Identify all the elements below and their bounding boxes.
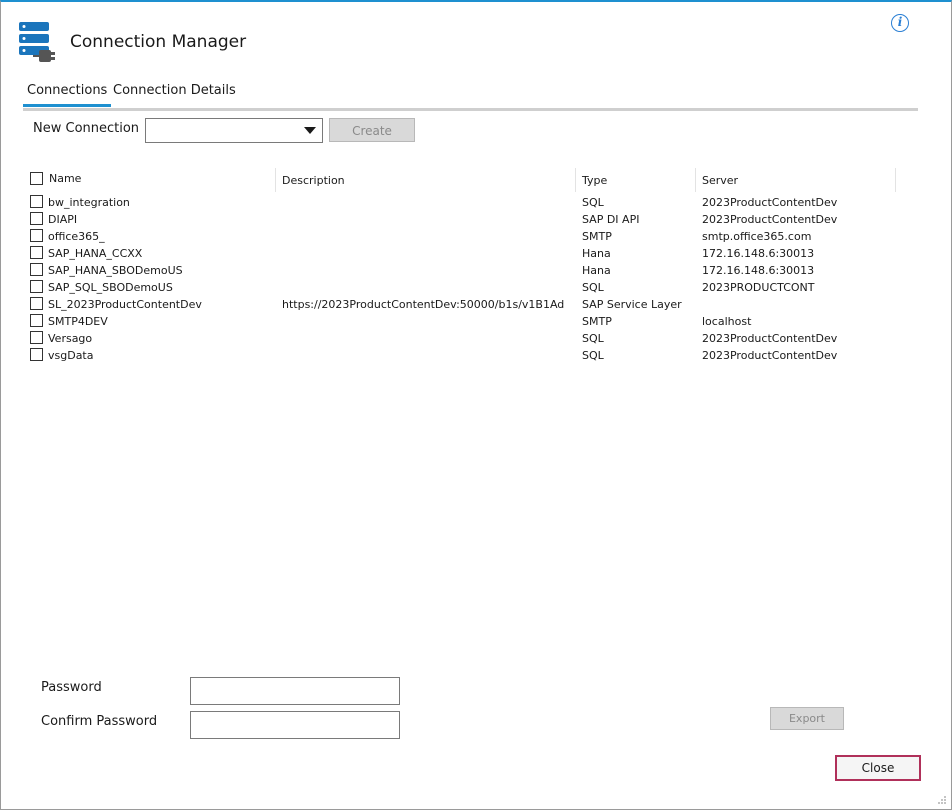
table-row[interactable]: office365_ SMTP smtp.office365.com [29,228,896,245]
table-row[interactable]: SAP_HANA_CCXX Hana 172.16.148.6:30013 [29,245,896,262]
cell-server: 172.16.148.6:30013 [702,247,815,260]
info-icon[interactable]: i [891,14,909,32]
header-description[interactable]: Description [282,174,345,187]
cell-type: SQL [582,281,604,294]
cell-description: https://2023ProductContentDev:50000/b1s/… [282,298,564,311]
cell-name: SAP_SQL_SBODemoUS [48,281,173,294]
cell-name: SL_2023ProductContentDev [48,298,202,311]
header-divider [695,168,696,192]
cell-name: office365_ [48,230,105,243]
tab-bar: Connections Connection Details [23,82,918,111]
cell-name: SAP_HANA_SBODemoUS [48,264,183,277]
row-checkbox[interactable] [30,314,43,327]
cell-server: 2023ProductContentDev [702,213,838,226]
table-row[interactable]: SAP_HANA_SBODemoUS Hana 172.16.148.6:300… [29,262,896,279]
cell-type: SAP Service Layer [582,298,682,311]
cell-name: bw_integration [48,196,130,209]
cell-type: SQL [582,349,604,362]
create-button[interactable]: Create [329,118,415,142]
table-row[interactable]: bw_integration SQL 2023ProductContentDev [29,194,896,211]
cell-type: Hana [582,264,611,277]
row-checkbox[interactable] [30,280,43,293]
new-connection-label: New Connection [33,121,140,136]
header-type[interactable]: Type [582,174,607,187]
cell-name: Versago [48,332,93,345]
cell-server: smtp.office365.com [702,230,812,243]
header-divider [575,168,576,192]
table-row[interactable]: Versago SQL 2023ProductContentDev [29,330,896,347]
grid-header: Name Description Type Server [29,168,896,192]
password-field[interactable] [190,677,400,705]
tab-connection-details[interactable]: Connection Details [113,82,236,104]
cell-server: 172.16.148.6:30013 [702,264,815,277]
cell-server: 2023ProductContentDev [702,196,838,209]
select-all-checkbox[interactable] [30,172,43,185]
table-row[interactable]: DIAPI SAP DI API 2023ProductContentDev [29,211,896,228]
connection-manager-window: Connection Manager i Connections Connect… [0,0,952,810]
row-checkbox[interactable] [30,331,43,344]
header-divider [895,168,896,192]
row-checkbox[interactable] [30,348,43,361]
cell-type: SMTP [582,315,612,328]
cell-type: SQL [582,196,604,209]
cell-name: SAP_HANA_CCXX [48,247,143,260]
table-row[interactable]: SL_2023ProductContentDev https://2023Pro… [29,296,896,313]
app-title: Connection Manager [70,32,247,52]
header-server[interactable]: Server [702,174,738,187]
row-checkbox[interactable] [30,212,43,225]
cell-server: 2023PRODUCTCONT [702,281,815,294]
row-checkbox[interactable] [30,297,43,310]
row-checkbox[interactable] [30,263,43,276]
cell-type: SQL [582,332,604,345]
cell-type: SMTP [582,230,612,243]
cell-type: SAP DI API [582,213,640,226]
cell-server: 2023ProductContentDev [702,349,838,362]
cell-name: vsgData [48,349,94,362]
chevron-down-icon [304,127,316,134]
password-label: Password [41,680,102,695]
row-checkbox[interactable] [30,246,43,259]
cell-server: localhost [702,315,752,328]
table-row[interactable]: vsgData SQL 2023ProductContentDev [29,347,896,364]
export-button[interactable]: Export [770,707,844,730]
resize-grip-icon[interactable] [937,795,947,805]
header-divider [275,168,276,192]
cell-type: Hana [582,247,611,260]
new-connection-dropdown[interactable] [145,118,323,143]
cell-name: DIAPI [48,213,78,226]
confirm-password-field[interactable] [190,711,400,739]
tab-connections[interactable]: Connections [23,82,112,107]
row-checkbox[interactable] [30,195,43,208]
database-connection-icon [19,22,55,62]
confirm-password-label: Confirm Password [41,714,158,729]
header-name[interactable]: Name [49,172,81,185]
cell-name: SMTP4DEV [48,315,108,328]
close-button[interactable]: Close [835,755,921,781]
row-checkbox[interactable] [30,229,43,242]
table-row[interactable]: SAP_SQL_SBODemoUS SQL 2023PRODUCTCONT [29,279,896,296]
table-row[interactable]: SMTP4DEV SMTP localhost [29,313,896,330]
cell-server: 2023ProductContentDev [702,332,838,345]
